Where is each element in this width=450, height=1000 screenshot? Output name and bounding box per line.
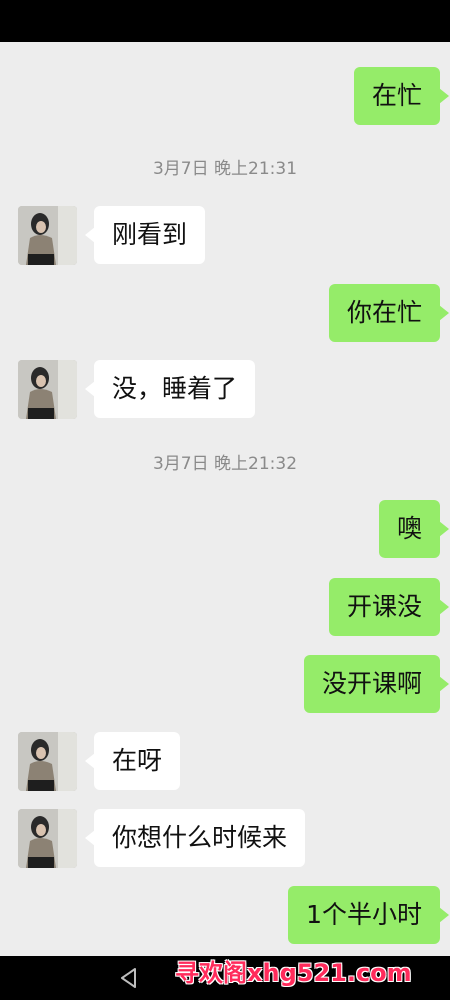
message-text: 1个半小时 — [306, 900, 422, 929]
message-bubble-outgoing[interactable]: 没开课啊 — [303, 655, 450, 713]
message-text: 你想什么时候来 — [112, 823, 288, 852]
avatar[interactable] — [18, 360, 77, 419]
watermark: 寻欢阁xhg521.com — [175, 959, 412, 987]
status-bar — [0, 0, 450, 42]
message-text: 刚看到 — [112, 220, 188, 249]
message-text: 没，睡着了 — [112, 374, 238, 403]
message-bubble-outgoing[interactable]: 你在忙 — [328, 284, 450, 342]
chat-message-list[interactable]: 在忙 3月7日 晚上21:31 刚看到 你在忙 没，睡着了 3月7日 晚上21:… — [0, 42, 450, 956]
avatar-photo-icon — [18, 732, 77, 791]
message-text: 开课没 — [346, 592, 422, 621]
avatar[interactable] — [18, 206, 77, 265]
message-text: 没开课啊 — [321, 669, 422, 698]
message-text: 噢 — [396, 514, 422, 543]
avatar-photo-icon — [18, 360, 77, 419]
message-text: 你在忙 — [346, 298, 422, 327]
message-bubble-incoming[interactable]: 没，睡着了 — [84, 360, 256, 418]
message-text: 在呀 — [112, 746, 163, 775]
message-bubble-outgoing[interactable]: 开课没 — [328, 578, 450, 636]
avatar[interactable] — [18, 732, 77, 791]
back-triangle-icon[interactable] — [115, 964, 143, 992]
message-bubble-outgoing[interactable]: 1个半小时 — [288, 886, 449, 944]
timestamp: 3月7日 晚上21:31 — [152, 159, 298, 179]
message-bubble-outgoing[interactable]: 在忙 — [353, 67, 450, 125]
avatar-photo-icon — [18, 809, 77, 868]
avatar-photo-icon — [18, 206, 77, 265]
message-bubble-incoming[interactable]: 在呀 — [84, 732, 181, 790]
timestamp: 3月7日 晚上21:32 — [152, 454, 298, 474]
message-bubble-incoming[interactable]: 刚看到 — [84, 206, 206, 264]
avatar[interactable] — [18, 809, 77, 868]
message-bubble-incoming[interactable]: 你想什么时候来 — [84, 809, 306, 867]
message-text: 在忙 — [371, 81, 422, 110]
message-bubble-outgoing[interactable]: 噢 — [378, 500, 450, 558]
